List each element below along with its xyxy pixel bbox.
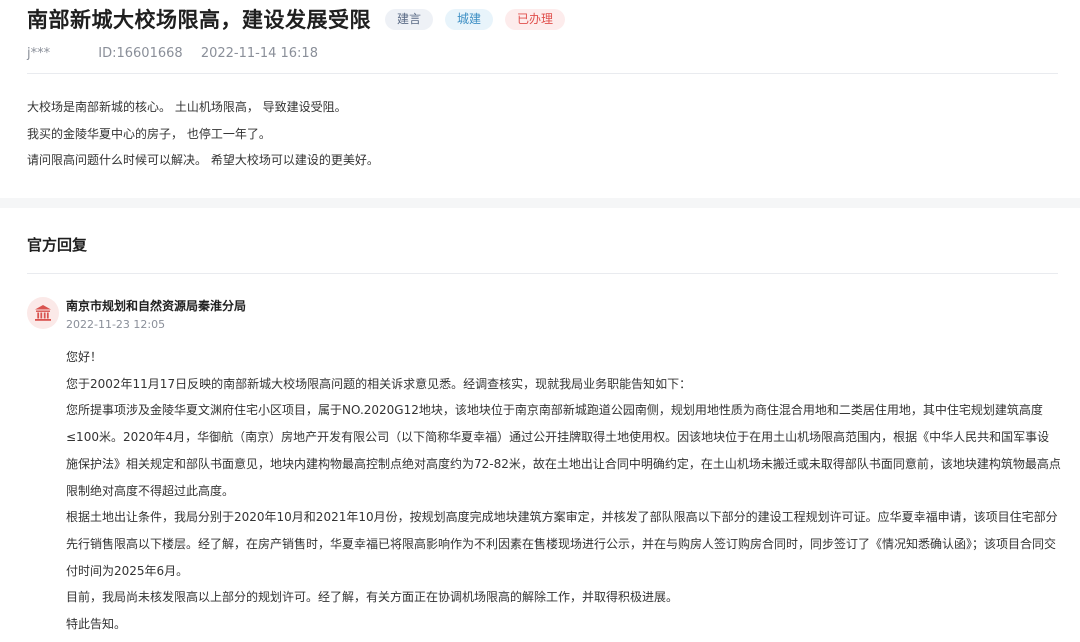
divider (27, 273, 1058, 274)
question-line: 请问限高问题什么时候可以解决。 希望大校场可以建设的更美好。 (27, 153, 379, 167)
user-name: j*** (27, 46, 51, 61)
reply-paragraph: 特此告知。 (66, 617, 127, 632)
reply-datetime: 2022-11-23 12:05 (66, 318, 166, 331)
reply-card: 官方回复 南京市规划和自然资源局秦淮分局 2022-11-23 12:05 您好… (0, 208, 1080, 642)
reply-paragraph: 目前，我局尚未核发限高以上部分的规划许可。经了解，有关方面正在协调机场限高的解除… (66, 590, 679, 605)
question-id: ID:16601668 (98, 46, 183, 61)
question-line: 我买的金陵华夏中心的房子， 也停工一年了。 (27, 126, 271, 141)
type-tag[interactable]: 建言 (385, 8, 434, 30)
reply-paragraph: 您好！ (66, 350, 103, 364)
question-body: 大校场是南部新城的核心。 土山机场限高， 导致建设受阻。 我买的金陵华夏中心的房… (27, 94, 379, 174)
page-title: 南部新城大校场限高，建设发展受限 (27, 8, 371, 32)
reply-paragraph: 您于2002年11月17日反映的南部新城大校场限高问题的相关诉求意见悉。经调查核… (66, 376, 692, 391)
reply-paragraph: 根据土地出让条件，我局分别于2020年10月和2021年10月份，按规划高度完成… (66, 510, 1058, 578)
government-building-icon (35, 305, 51, 321)
title-row: 南部新城大校场限高，建设发展受限 建言 城建 已办理 (27, 6, 566, 32)
reply-section-title: 官方回复 (27, 236, 88, 254)
reply-body: 您好！ 您于2002年11月17日反映的南部新城大校场限高问题的相关诉求意见悉。… (66, 344, 1061, 638)
question-datetime: 2022-11-14 16:18 (200, 46, 318, 61)
divider (27, 73, 1058, 74)
reply-paragraph: 您所提事项涉及金陵华夏文渊府住宅小区项目，属于NO.2020G12地块，该地块位… (66, 403, 1061, 498)
org-name: 南京市规划和自然资源局秦淮分局 (66, 299, 247, 313)
category-tag[interactable]: 城建 (445, 8, 494, 30)
status-badge: 已办理 (505, 8, 566, 30)
question-card: 南部新城大校场限高，建设发展受限 建言 城建 已办理 j*** ID:16601… (0, 0, 1080, 198)
question-meta: j*** ID:16601668 2022-11-14 16:18 (27, 46, 332, 61)
question-line: 大校场是南部新城的核心。 土山机场限高， 导致建设受阻。 (27, 100, 347, 114)
org-avatar (27, 297, 59, 329)
